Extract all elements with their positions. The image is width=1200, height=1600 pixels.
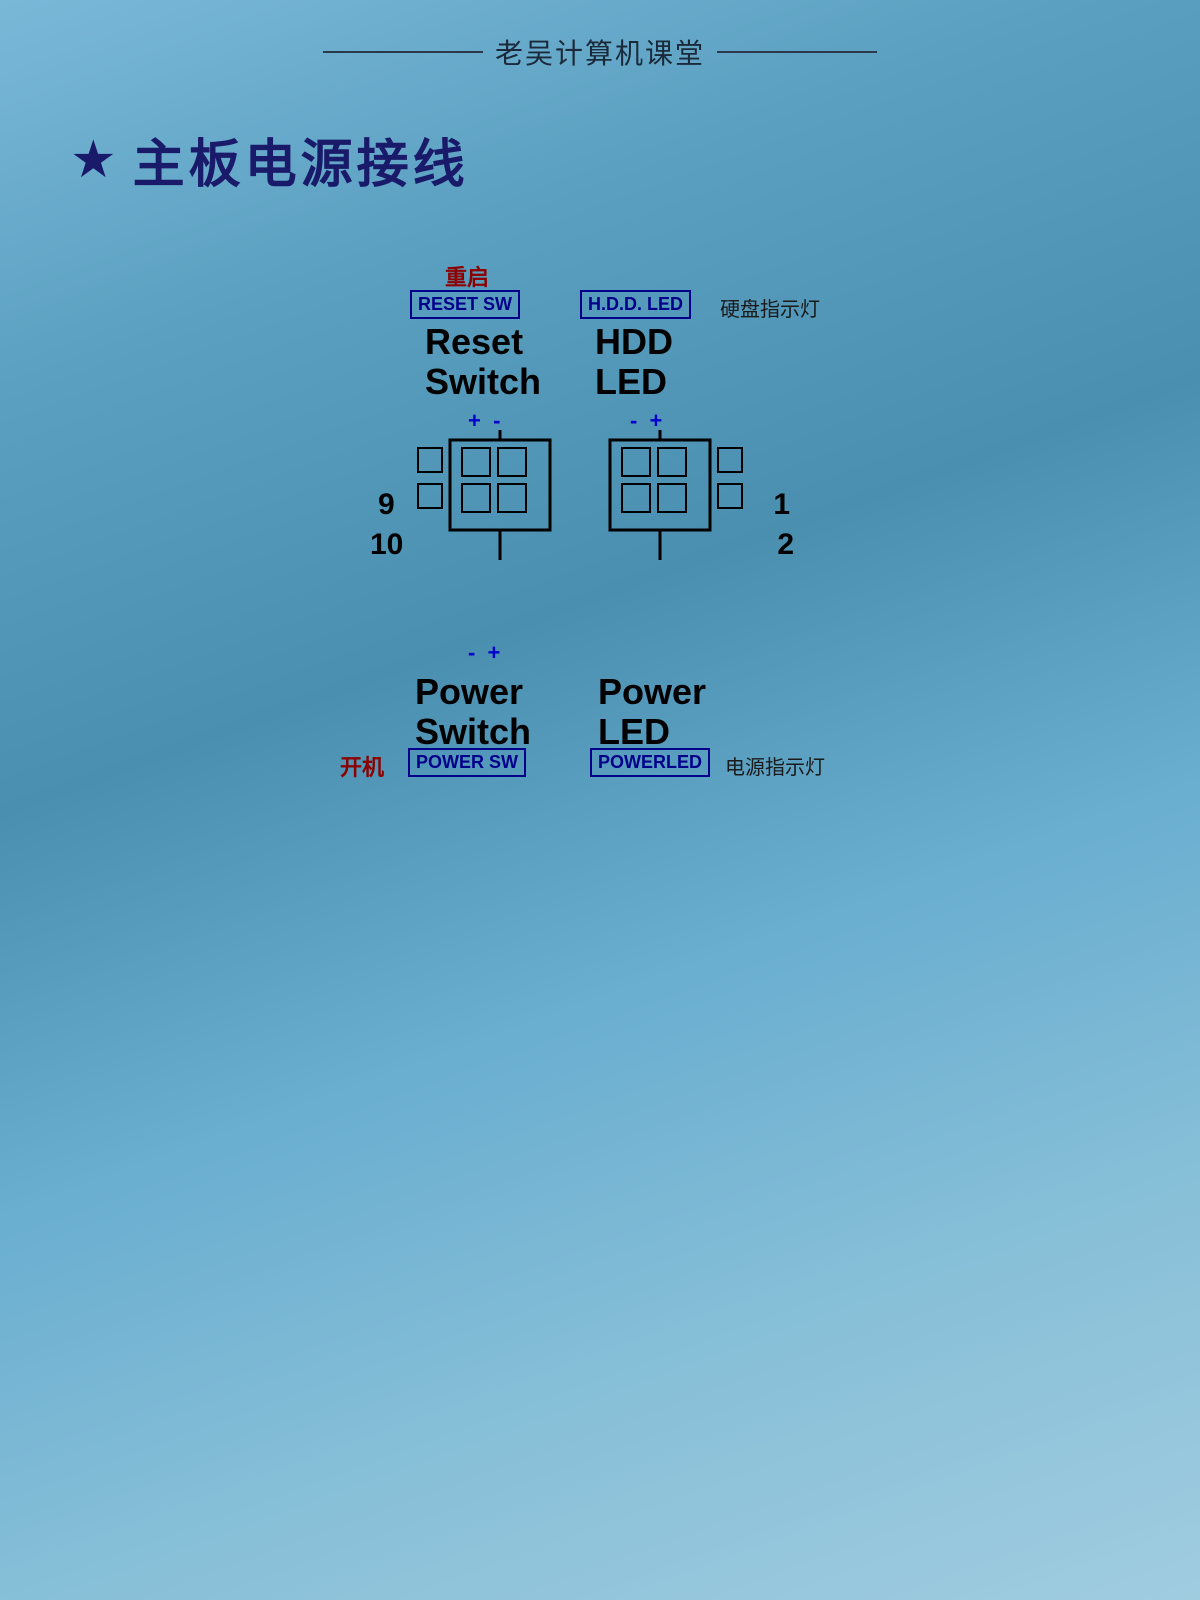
label-chongqi: 重启	[445, 260, 489, 292]
diagram-area: 重启 RESET SW H.D.D. LED 硬盘指示灯 Reset Switc…	[350, 260, 850, 860]
label-power-led: Power LED	[598, 672, 706, 751]
header-bar-right	[717, 51, 877, 53]
label-powerled: POWERLED	[590, 748, 710, 777]
header: 老吴计算机课堂	[0, 0, 1200, 72]
label-hdd-led: H.D.D. LED	[580, 290, 691, 319]
header-bar-left	[323, 51, 483, 53]
pin-2: 2	[777, 528, 794, 562]
page-title: 主板电源接线	[133, 122, 469, 197]
label-reset-sw: RESET SW	[410, 290, 520, 319]
pin-10: 10	[370, 528, 403, 562]
label-kaiji: 开机	[340, 750, 384, 782]
pin-1: 1	[773, 488, 790, 522]
connector-diagram: 重启 RESET SW H.D.D. LED 硬盘指示灯 Reset Switc…	[350, 260, 850, 860]
connector-svg	[390, 430, 770, 660]
header-title: 老吴计算机课堂	[495, 32, 705, 72]
label-reset-text: Reset Switch	[425, 322, 541, 401]
star-icon: ★	[70, 134, 117, 186]
label-yingpan: 硬盘指示灯	[720, 293, 820, 322]
label-hdd-text: HDD LED	[595, 322, 673, 401]
page-title-section: ★ 主板电源接线	[0, 72, 1200, 197]
label-power-switch: Power Switch	[415, 672, 531, 751]
label-power-sw: POWER SW	[408, 748, 526, 777]
label-dianyuan: 电源指示灯	[725, 751, 825, 780]
polarity-bottom: - +	[468, 640, 500, 666]
pin-9: 9	[378, 488, 395, 522]
